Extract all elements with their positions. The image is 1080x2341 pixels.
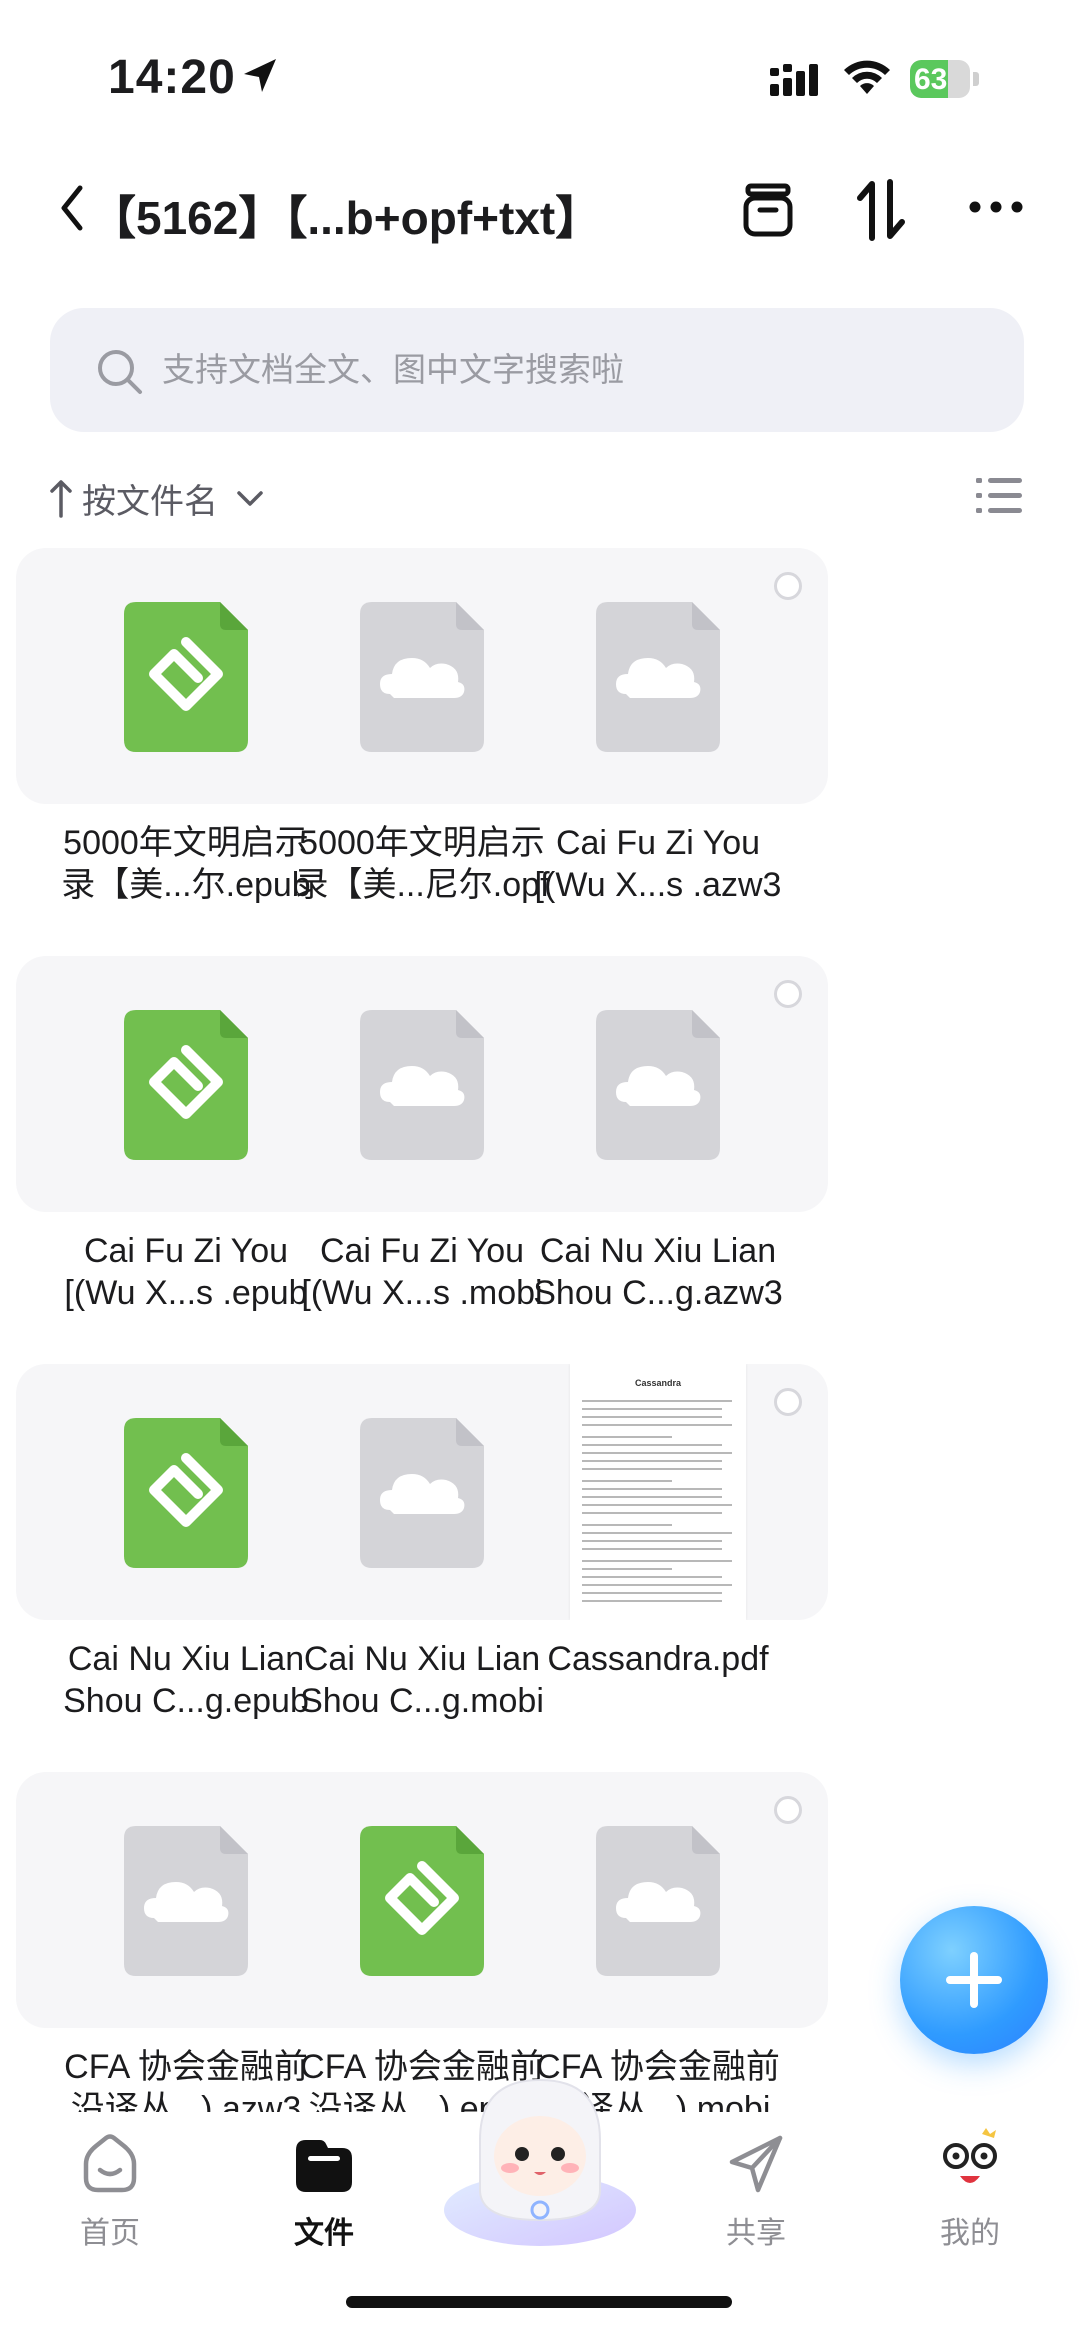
file-thumbnail: Cassandra (488, 1364, 828, 1620)
sort-ascending-icon (50, 480, 72, 518)
location-arrow-icon (244, 59, 276, 92)
search-input[interactable] (162, 342, 982, 398)
file-thumbnail (488, 548, 828, 804)
tab-files[interactable]: 文件 (264, 2126, 384, 2250)
epub-file-icon (124, 1418, 248, 1568)
pdf-thumbnail-title: Cassandra (634, 1378, 682, 1388)
pdf-text-line (582, 1424, 732, 1426)
cloud-file-icon (360, 602, 484, 752)
file-name: Cai Fu Zi You [(Wu X...s .azw3 (488, 822, 828, 906)
tab-home-label: 首页 (80, 2217, 140, 2250)
battery-indicator: 63 (910, 60, 982, 98)
cellular-signal-icon (770, 64, 818, 96)
pdf-text-line (582, 1460, 722, 1462)
battery-tip (973, 72, 979, 86)
file-item[interactable]: Cai Nu Xiu Lian Shou C...g.azw3 (488, 956, 828, 1336)
select-checkbox[interactable] (774, 1388, 802, 1416)
share-icon (729, 2135, 783, 2193)
tab-profile-label: 我的 (940, 2217, 1000, 2250)
pdf-text-line (582, 1548, 722, 1550)
pdf-text-line (582, 1400, 732, 1402)
tab-files-label: 文件 (294, 2217, 354, 2250)
pdf-text-line (582, 1504, 732, 1506)
search-icon (98, 350, 142, 394)
nav-header: 【5162】【...b+opf+txt】 (0, 160, 1080, 260)
pdf-text-line (582, 1444, 722, 1446)
home-icon (83, 2134, 137, 2193)
file-name-line-1: Cassandra.pdf (547, 1640, 769, 1678)
plus-icon (946, 1952, 1002, 2008)
cloud-file-icon (360, 1418, 484, 1568)
assistant-mascot[interactable] (440, 2060, 640, 2250)
pdf-text-line (582, 1576, 722, 1578)
status-time: 14:20 (108, 51, 236, 104)
pdf-text-line (582, 1560, 732, 1562)
select-checkbox[interactable] (774, 1796, 802, 1824)
back-chevron-icon[interactable] (58, 184, 86, 232)
file-name-line-1: Cai Nu Xiu Lian (539, 1232, 777, 1270)
pdf-text-line (582, 1592, 722, 1594)
battery-body: 63 (910, 60, 970, 98)
list-view-icon[interactable] (976, 476, 1022, 516)
recycle-bin-icon[interactable] (740, 180, 796, 240)
status-bar: 14:20 63 (0, 0, 1080, 150)
search-bar[interactable] (50, 308, 1024, 432)
chevron-down-icon (237, 491, 263, 506)
pdf-text-line (582, 1452, 732, 1454)
pdf-text-line (582, 1408, 722, 1410)
tab-profile[interactable]: 我的 (910, 2126, 1030, 2250)
pdf-text-line (582, 1488, 722, 1490)
tab-share-label: 共享 (726, 2217, 786, 2250)
file-name-line-2: Shou C...g.azw3 (533, 1274, 783, 1312)
cloud-file-icon (596, 602, 720, 752)
epub-file-icon (124, 602, 248, 752)
pdf-thumbnail: Cassandra (570, 1364, 746, 1620)
battery-percent: 63 (914, 63, 948, 96)
epub-file-icon (124, 1010, 248, 1160)
pdf-text-line (582, 1468, 722, 1470)
pdf-text-line (582, 1600, 722, 1602)
cloud-file-icon (596, 1010, 720, 1160)
pdf-text-line (582, 1512, 722, 1514)
pdf-text-line (582, 1540, 722, 1542)
file-thumbnail (488, 1772, 828, 2028)
file-name: Cai Nu Xiu Lian Shou C...g.azw3 (488, 1230, 828, 1314)
home-indicator (346, 2296, 732, 2308)
profile-icon (943, 2128, 997, 2183)
tab-home[interactable]: 首页 (50, 2126, 170, 2250)
page-title: 【5162】【...b+opf+txt】 (90, 192, 602, 244)
more-options-icon[interactable] (968, 200, 1024, 214)
pdf-text-line (582, 1416, 722, 1418)
cloud-file-icon (596, 1826, 720, 1976)
pdf-text-line (582, 1532, 732, 1534)
epub-file-icon (360, 1826, 484, 1976)
wifi-icon (844, 60, 890, 94)
file-name-line-2: [(Wu X...s .azw3 (534, 866, 782, 904)
cloud-file-icon (360, 1010, 484, 1160)
file-item[interactable]: Cai Fu Zi You [(Wu X...s .azw3 (488, 548, 828, 928)
cloud-file-icon (124, 1826, 248, 1976)
pdf-text-line (582, 1436, 672, 1438)
pdf-text-line (582, 1524, 672, 1526)
file-name: Cassandra.pdf (488, 1638, 828, 1680)
file-item[interactable]: Cassandra Cassandra.pdf (488, 1364, 828, 1744)
sort-label: 按文件名 (82, 483, 218, 521)
add-button[interactable] (900, 1906, 1048, 2054)
pdf-text-line (582, 1480, 672, 1482)
select-checkbox[interactable] (774, 980, 802, 1008)
sort-order-icon[interactable] (856, 178, 906, 242)
pdf-text-line (582, 1568, 672, 1570)
mascot-icon (444, 2078, 636, 2246)
file-thumbnail (488, 956, 828, 1212)
tab-share[interactable]: 共享 (696, 2126, 816, 2250)
folder-icon (296, 2140, 352, 2192)
pdf-text-line (582, 1496, 722, 1498)
file-name-line-1: Cai Fu Zi You (555, 824, 761, 862)
pdf-text-line (582, 1584, 732, 1586)
select-checkbox[interactable] (774, 572, 802, 600)
